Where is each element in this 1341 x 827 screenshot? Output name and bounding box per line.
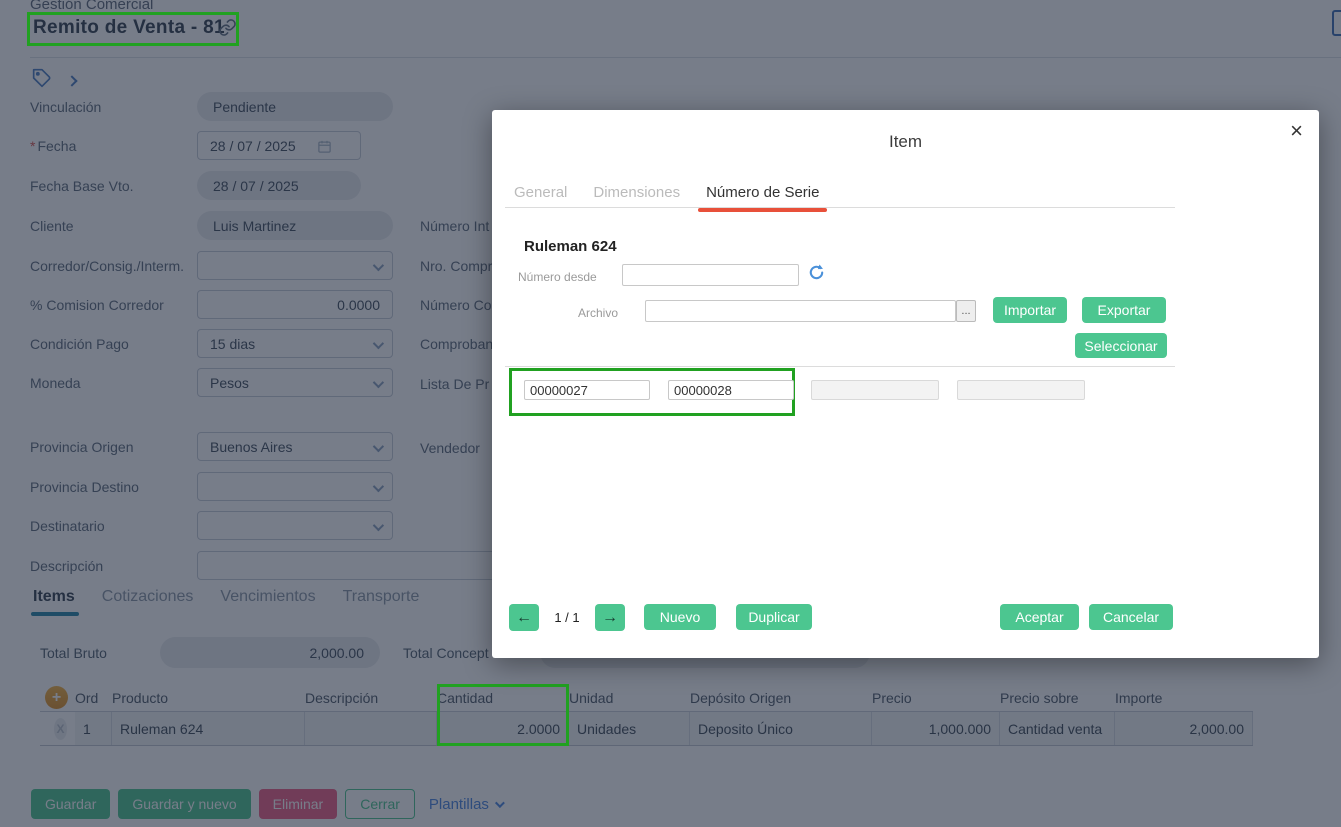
archivo-input[interactable] xyxy=(645,300,956,322)
serials-divider xyxy=(505,366,1175,367)
numero-desde-input[interactable] xyxy=(622,264,799,286)
pager-indicator: 1 / 1 xyxy=(539,604,595,631)
serial-input-1[interactable] xyxy=(524,380,650,400)
refresh-icon[interactable] xyxy=(807,263,826,285)
next-item-button[interactable]: → xyxy=(595,604,625,631)
close-icon[interactable]: × xyxy=(1290,120,1303,142)
browse-button[interactable]: ... xyxy=(956,300,976,322)
cancelar-button[interactable]: Cancelar xyxy=(1089,604,1173,630)
modal-tabs-divider xyxy=(505,207,1175,208)
duplicar-button[interactable]: Duplicar xyxy=(736,604,812,630)
modal-title: Item xyxy=(492,132,1319,152)
highlight-title-box xyxy=(27,12,239,46)
exportar-button[interactable]: Exportar xyxy=(1082,297,1166,323)
aceptar-button[interactable]: Aceptar xyxy=(1000,604,1079,630)
serial-input-4 xyxy=(957,380,1085,400)
archivo-label: Archivo xyxy=(518,306,618,320)
seleccionar-button[interactable]: Seleccionar xyxy=(1075,333,1167,358)
product-name: Ruleman 624 xyxy=(524,238,617,255)
serial-input-2[interactable] xyxy=(668,380,794,400)
highlight-cantidad-box xyxy=(437,684,569,746)
item-modal: Item × General Dimensiones Número de Ser… xyxy=(492,110,1319,658)
nuevo-button[interactable]: Nuevo xyxy=(644,604,716,630)
serial-input-3 xyxy=(811,380,939,400)
app-screen: Gestión Comercial Remito de Venta - 81 V… xyxy=(0,0,1341,827)
importar-button[interactable]: Importar xyxy=(993,297,1067,323)
numero-desde-label: Número desde xyxy=(518,270,597,284)
prev-item-button[interactable]: ← xyxy=(509,604,539,631)
